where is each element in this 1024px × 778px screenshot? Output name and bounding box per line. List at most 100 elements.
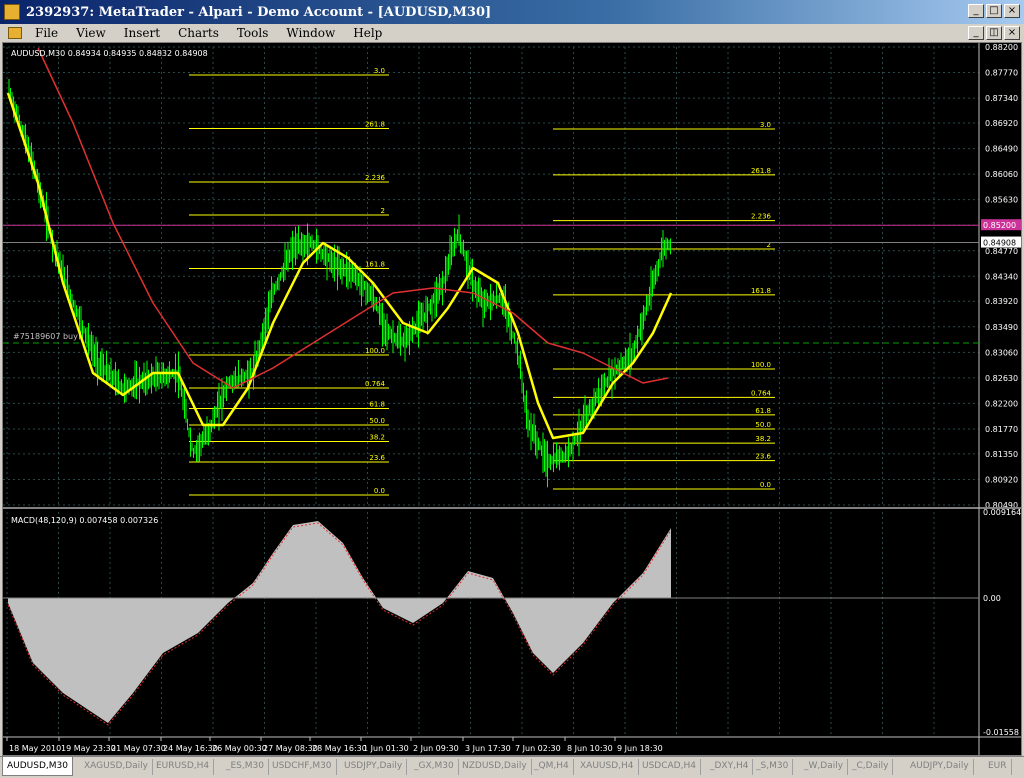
doc-minimize-button[interactable]: _ [968,26,984,40]
fib-level-label: 61.8 [755,407,771,415]
menu-bar: File View Insert Charts Tools Window Hel… [0,24,1024,42]
fib-level-label: 261.8 [365,120,385,128]
fib-level-label: 3.0 [374,67,385,75]
time-tick-label: 7 Jun 02:30 [515,744,561,753]
menu-help[interactable]: Help [344,26,391,40]
doc-close-button[interactable]: × [1004,26,1020,40]
chart-tabs: AUDUSD,M30 XAGUSD,Daily EURUSD,H4 _ES,M30 US… [0,756,1024,778]
maximize-button[interactable]: □ [986,4,1002,18]
chart-tab[interactable]: AUDJPY,Daily [906,759,974,775]
window-title: 2392937: MetaTrader - Alpari - Demo Acco… [26,4,492,20]
order-label: #75189607 buy [13,332,78,341]
chart-tab[interactable]: EURUSD,H4 [152,759,215,775]
macd-header: MACD(48,120,9) 0.007458 0.007326 [11,516,158,525]
time-tick-label: 26 May 00:30 [212,744,267,753]
chart-tab[interactable]: _GX,M30 [410,759,459,775]
fib-level-label: 38.2 [369,434,385,442]
price-tick-label: 0.82630 [985,374,1018,383]
fib-level-label: 261.8 [751,167,771,175]
fib-level-label: 2 [381,207,385,215]
fib-level-label: 161.8 [751,287,771,295]
fib-level-label: 2.236 [365,174,386,182]
chart-tab[interactable]: EUR [984,759,1012,775]
fib-level-label: 0.0 [760,481,771,489]
price-tick-label: 0.83060 [985,348,1018,357]
chart-tab[interactable]: USDCHF,M30 [268,759,337,775]
time-tick-label: 19 May 23:30 [61,744,116,753]
time-tick-label: 24 May 16:30 [163,744,218,753]
fib-level-label: 23.6 [755,453,771,461]
time-tick-label: 28 May 16:30 [312,744,367,753]
time-tick-label: 8 Jun 10:30 [567,744,613,753]
fib-level-label: 100.0 [365,347,385,355]
macd-axis-label: 0.009164 [983,508,1021,517]
macd-axis-label: -0.01558 [983,728,1019,737]
chart-document-icon[interactable] [8,27,22,39]
price-tick-label: 0.82200 [985,399,1018,408]
price-alert-label: 0.85200 [983,221,1016,230]
document-controls: _ ◫ × [968,26,1020,40]
doc-restore-button[interactable]: ◫ [986,26,1002,40]
price-tick-label: 0.86920 [985,119,1018,128]
metatrader-window: 2392937: MetaTrader - Alpari - Demo Acco… [0,0,1024,778]
chart-tab[interactable]: _C,Daily [848,759,894,775]
menu-charts[interactable]: Charts [169,26,228,40]
chart-area[interactable]: 0.88200 0.87770 0.87340 0.86920 0.86490 0.860… [2,42,1022,756]
fib-level-label: 38.2 [755,435,771,443]
price-tick-label: 0.80920 [985,475,1018,484]
price-tick-label: 0.86060 [985,170,1018,179]
price-tick-label: 0.84770 [985,247,1018,256]
fib-level-label: 50.0 [755,421,771,429]
menu-insert[interactable]: Insert [115,26,169,40]
time-tick-label: 9 Jun 18:30 [617,744,663,753]
price-tick-label: 0.86490 [985,145,1018,154]
price-tick-label: 0.88200 [985,43,1018,52]
chart-tab[interactable]: XAUUSD,H4 [576,759,639,775]
fib-level-label: 61.8 [369,400,385,408]
close-button[interactable]: × [1004,4,1020,18]
macd-histogram [8,521,671,723]
fib-level-label: 2.236 [751,213,772,221]
chart-tab[interactable]: _W,Daily [800,759,849,775]
fib-level-label: 0.0 [374,487,385,495]
tab-active-chart[interactable]: AUDUSD,M30 [2,757,73,776]
chart-tab[interactable]: NZDUSD,Daily [458,759,532,775]
time-tick-label: 18 May 2010 [9,744,61,753]
chart-tab[interactable]: USDCAD,H4 [638,759,701,775]
metatrader-app-icon [4,4,20,20]
chart-tab[interactable]: _DXY,H4 [706,759,754,775]
menu-tools[interactable]: Tools [228,26,278,40]
price-tick-label: 0.87770 [985,69,1018,78]
menu-view[interactable]: View [67,26,115,40]
fib-level-label: 23.6 [369,454,385,462]
price-tick-label: 0.83490 [985,323,1018,332]
macd-axis-label: 0.00 [983,594,1001,603]
chart-tab[interactable]: _QM,H4 [530,759,574,775]
menu-window[interactable]: Window [277,26,344,40]
price-chart-canvas[interactable]: 0.88200 0.87770 0.87340 0.86920 0.86490 0.860… [3,43,1021,755]
menu-file[interactable]: File [26,26,67,40]
chart-tab[interactable]: XAGUSD,Daily [80,759,154,775]
price-tick-label: 0.83920 [985,297,1018,306]
chart-tab[interactable]: _ES,M30 [222,759,269,775]
time-tick-label: 2 Jun 09:30 [413,744,459,753]
fib-level-label: 100.0 [751,361,771,369]
fib-level-label: 50.0 [369,417,385,425]
price-tick-label: 0.85630 [985,196,1018,205]
chart-tab[interactable]: _S,M30 [752,759,794,775]
time-tick-label: 1 Jun 01:30 [363,744,409,753]
fib-level-label: 0.764 [365,380,386,388]
window-controls: _ □ × [968,4,1020,18]
time-tick-label: 21 May 07:30 [111,744,166,753]
time-tick-label: 27 May 08:30 [263,744,318,753]
price-candles [8,79,671,488]
title-bar[interactable]: 2392937: MetaTrader - Alpari - Demo Acco… [0,0,1024,24]
chart-tab[interactable]: USDJPY,Daily [340,759,408,775]
fib-level-label: 0.764 [751,389,772,397]
minimize-button[interactable]: _ [968,4,984,18]
fib-level-label: 3.0 [760,121,771,129]
current-price-label: 0.84908 [983,239,1016,248]
price-tick-label: 0.81350 [985,450,1018,459]
chart-header: AUDUSD,M30 0.84934 0.84935 0.84832 0.849… [11,49,208,58]
fib-level-label: 161.8 [365,260,385,268]
